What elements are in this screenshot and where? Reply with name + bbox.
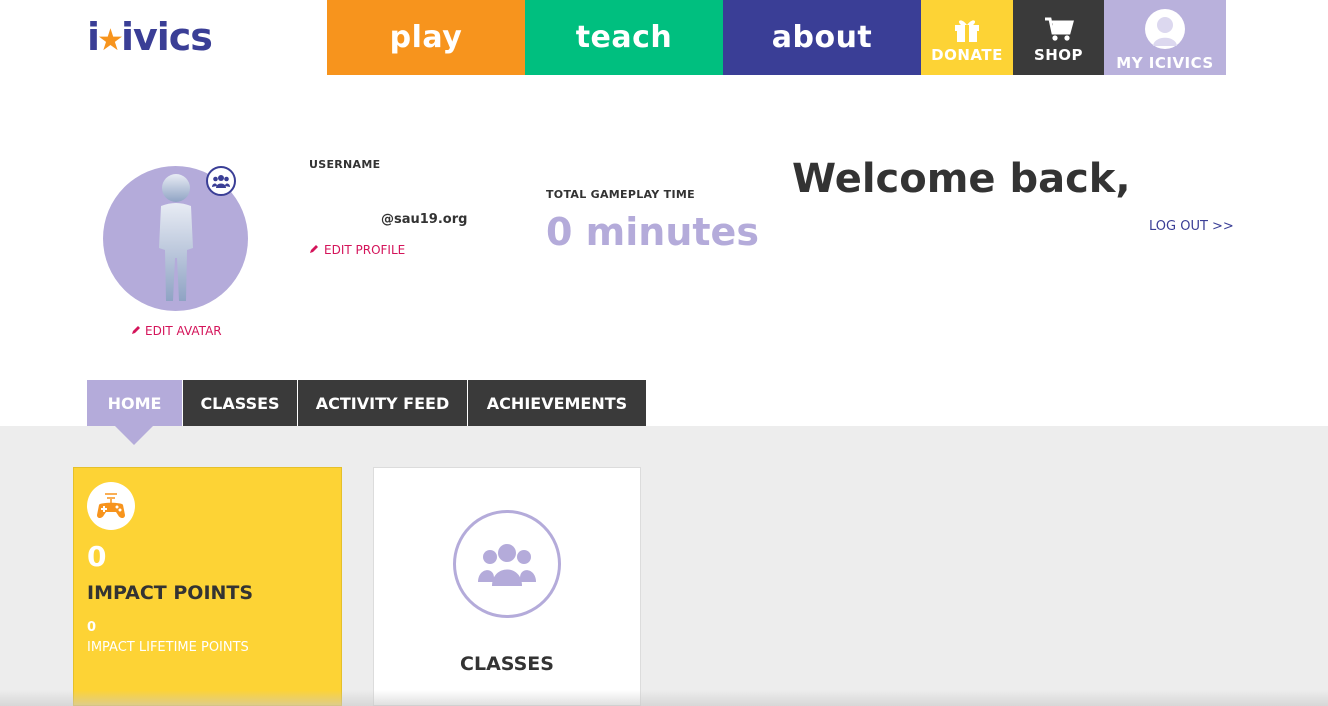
nav-teach[interactable]: teach xyxy=(525,0,723,75)
nav-play[interactable]: play xyxy=(327,0,525,75)
group-icon xyxy=(453,510,561,618)
tab-achievements-label: ACHIEVEMENTS xyxy=(486,393,628,413)
nav-my-icivics-label: MY ICIVICS xyxy=(1116,53,1214,72)
tab-activity-feed[interactable]: ACTIVITY FEED xyxy=(298,380,467,426)
lifetime-points-label: IMPACT LIFETIME POINTS xyxy=(87,640,249,655)
tab-classes-label: CLASSES xyxy=(200,393,280,413)
logo-star-icon: ★ xyxy=(97,23,124,58)
nav-donate[interactable]: DONATE xyxy=(921,0,1013,75)
nav-shop-label: SHOP xyxy=(1033,45,1084,64)
gameplay-time-value: 0 minutes xyxy=(546,210,759,254)
group-icon xyxy=(206,166,236,196)
impact-points-label: IMPACT POINTS xyxy=(87,582,254,604)
cart-icon xyxy=(1044,16,1074,42)
nav-donate-label: DONATE xyxy=(931,45,1003,64)
main-nav: play teach about DONATE SHOP MY ICIVICS xyxy=(327,0,1226,75)
avatar xyxy=(103,166,248,311)
edit-profile-link[interactable]: EDIT PROFILE xyxy=(309,243,405,257)
tab-home[interactable]: HOME xyxy=(87,380,182,445)
classes-card[interactable]: CLASSES xyxy=(373,467,641,706)
tab-achievements[interactable]: ACHIEVEMENTS xyxy=(468,380,646,426)
gamepad-icon xyxy=(87,482,135,530)
username-label: USERNAME xyxy=(309,158,381,171)
nav-my-icivics[interactable]: MY ICIVICS xyxy=(1104,0,1226,75)
pencil-icon xyxy=(309,243,319,257)
classes-card-label: CLASSES xyxy=(460,653,554,675)
gift-icon xyxy=(952,16,982,42)
lifetime-points-value: 0 xyxy=(87,620,97,635)
pencil-icon xyxy=(131,324,141,338)
nav-about-label: about xyxy=(771,20,873,55)
edit-avatar-link[interactable]: EDIT AVATAR xyxy=(131,324,222,338)
impact-points-value: 0 xyxy=(87,540,107,573)
logo-text: i★ivics xyxy=(87,15,213,59)
tab-activity-feed-label: ACTIVITY FEED xyxy=(315,393,450,413)
edit-profile-label: EDIT PROFILE xyxy=(324,243,406,257)
icivics-logo[interactable]: i★ivics xyxy=(87,14,277,60)
nav-about[interactable]: about xyxy=(723,0,921,75)
profile-tabs: HOME CLASSES ACTIVITY FEED ACHIEVEMENTS xyxy=(87,380,647,445)
nav-play-label: play xyxy=(389,20,463,55)
nav-teach-label: teach xyxy=(575,20,673,55)
user-avatar-icon xyxy=(1144,8,1186,50)
gameplay-time-label: TOTAL GAMEPLAY TIME xyxy=(546,188,695,201)
edit-avatar-label: EDIT AVATAR xyxy=(145,324,222,338)
tab-home-label: HOME xyxy=(107,393,162,413)
impact-points-card[interactable]: 0 IMPACT POINTS 0 IMPACT LIFETIME POINTS xyxy=(73,467,342,706)
welcome-heading: Welcome back, xyxy=(792,156,1131,202)
username-value: @sau19.org xyxy=(381,212,468,227)
logout-link[interactable]: LOG OUT >> xyxy=(1149,219,1234,234)
nav-shop[interactable]: SHOP xyxy=(1013,0,1104,75)
tab-classes[interactable]: CLASSES xyxy=(183,380,297,426)
